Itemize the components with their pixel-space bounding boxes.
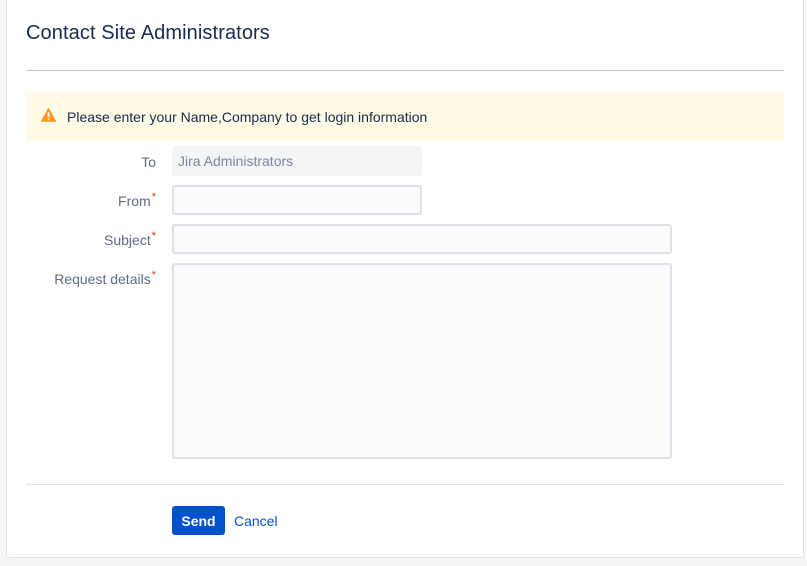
cancel-link[interactable]: Cancel (234, 513, 278, 529)
warning-icon (40, 108, 67, 125)
warning-message: Please enter your Name,Company to get lo… (26, 92, 784, 141)
page-title: Contact Site Administrators (26, 22, 270, 44)
subject-label: Subject* (104, 230, 156, 248)
from-label-text: From (118, 193, 151, 209)
warning-text: Please enter your Name,Company to get lo… (67, 108, 428, 125)
required-mark: * (151, 269, 156, 281)
send-button[interactable]: Send (172, 506, 225, 535)
from-field[interactable] (172, 185, 422, 215)
from-label: From* (118, 191, 156, 209)
title-divider (26, 70, 784, 71)
subject-label-text: Subject (104, 232, 151, 248)
to-label-text: To (141, 154, 156, 170)
contact-admins-dialog: Contact Site Administrators Please enter… (6, 0, 804, 558)
required-mark: * (151, 191, 156, 203)
required-mark: * (151, 230, 156, 242)
subject-field[interactable] (172, 224, 672, 254)
to-field: Jira Administrators (172, 146, 422, 176)
details-label: Request details* (54, 269, 156, 287)
actions-divider (26, 484, 784, 485)
request-details-field[interactable] (172, 263, 672, 459)
details-label-text: Request details (54, 271, 151, 287)
to-label: To (141, 154, 156, 170)
